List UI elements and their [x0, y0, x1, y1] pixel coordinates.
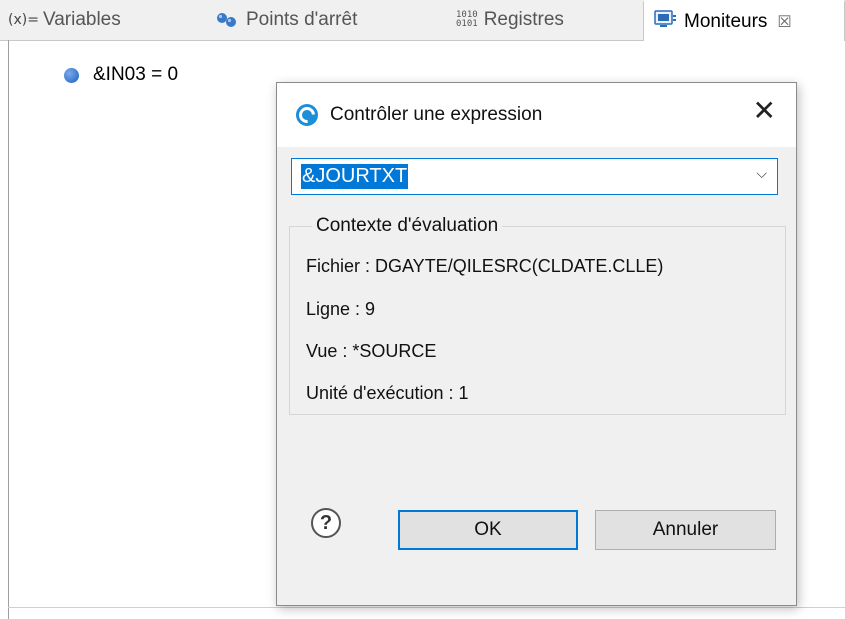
context-thread: Unité d'exécution : 1 — [306, 383, 469, 403]
dialog-body: &JOURTXT ⌵ Contexte d'évaluation Fichier… — [277, 147, 796, 605]
evaluation-context-group: Contexte d'évaluation Fichier : DGAYTE/Q… — [289, 215, 786, 415]
context-line: Ligne : 9 — [306, 299, 376, 319]
registers-icon: 1010 0101 — [456, 11, 478, 29]
tab-breakpoints[interactable]: Points d'arrêt — [216, 0, 357, 40]
context-view: Vue : *SOURCE — [306, 341, 437, 361]
dialog-title: Contrôler une expression — [330, 104, 543, 125]
chevron-down-icon[interactable]: ⌵ — [756, 166, 767, 182]
close-tab-icon[interactable]: ☒ — [777, 12, 791, 32]
help-icon[interactable]: ? — [311, 508, 341, 538]
dialog-title-bar[interactable]: Contrôler une expression ✕ — [277, 83, 796, 147]
ok-button[interactable]: OK — [398, 510, 578, 550]
variables-icon: (x)= — [8, 12, 39, 28]
monitor-expression-label: &IN03 = 0 — [93, 64, 179, 85]
registers-icon-bottom: 0101 — [456, 19, 478, 29]
expression-value[interactable]: &JOURTXT — [301, 164, 409, 189]
evaluation-context-legend: Contexte d'évaluation — [312, 215, 503, 237]
tab-registers[interactable]: 1010 0101 Registres — [456, 0, 564, 40]
view-left-border — [8, 40, 9, 619]
tab-breakpoints-label: Points d'arrêt — [246, 9, 358, 30]
breakpoints-icon — [216, 12, 238, 28]
close-icon[interactable]: ✕ — [753, 97, 776, 125]
expression-combo[interactable]: &JOURTXT ⌵ — [291, 158, 778, 195]
view-bottom-border — [8, 607, 845, 608]
tab-variables-label: Variables — [42, 9, 121, 30]
monitor-tree-item[interactable]: &IN03 = 0 — [64, 64, 178, 86]
cancel-button[interactable]: Annuler — [595, 510, 776, 550]
monitors-icon — [654, 9, 678, 34]
view-tab-bar: (x)= Variables Points d'arrêt 1010 0101 … — [0, 0, 845, 41]
tab-variables[interactable]: (x)= Variables — [8, 0, 121, 40]
watch-expression-dialog: Contrôler une expression ✕ &JOURTXT ⌵ Co… — [276, 82, 797, 606]
app-logo-icon — [295, 103, 319, 127]
monitor-dot-icon — [64, 67, 79, 83]
tab-monitors-label: Moniteurs — [684, 10, 768, 32]
context-file: Fichier : DGAYTE/QILESRC(CLDATE.CLLE) — [306, 256, 664, 276]
tab-registers-label: Registres — [483, 9, 564, 30]
tab-monitors[interactable]: Moniteurs ☒ — [643, 0, 845, 41]
